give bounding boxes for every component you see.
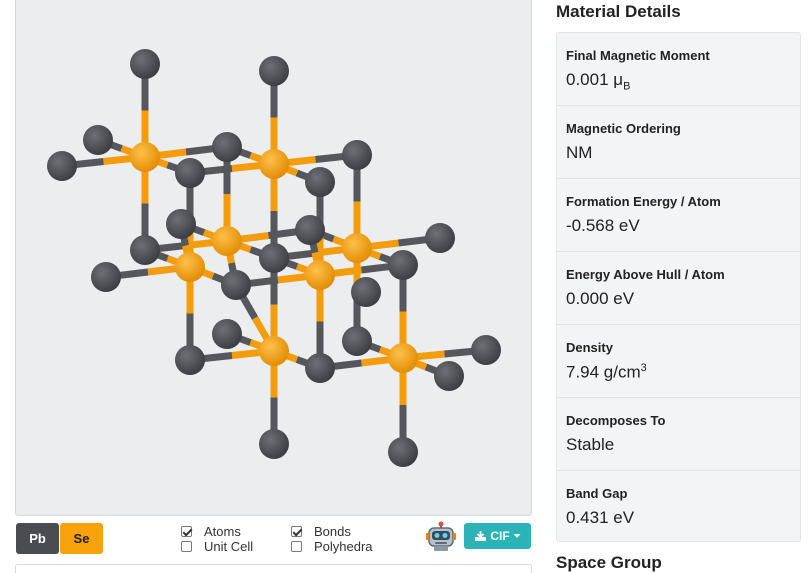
bonds-checkbox[interactable]: [291, 526, 302, 537]
atom-pb[interactable]: [351, 277, 381, 307]
space-group-title: Space Group: [556, 553, 662, 572]
atom-se[interactable]: [305, 260, 335, 290]
atom-pb[interactable]: [305, 167, 335, 197]
atom-pb[interactable]: [130, 49, 160, 79]
atoms-checkbox[interactable]: [181, 526, 192, 537]
polyhedra-checkbox[interactable]: [291, 541, 302, 552]
detail-value: 0.001 μB: [566, 70, 631, 93]
legend-pb[interactable]: Pb: [16, 523, 59, 554]
material-details-title: Material Details: [556, 2, 681, 21]
download-icon: [475, 531, 487, 541]
atom-se[interactable]: [259, 336, 289, 366]
detail-label: Decomposes To: [566, 413, 666, 428]
atom-pb[interactable]: [259, 429, 289, 459]
atom-pb[interactable]: [212, 132, 242, 162]
atom-pb[interactable]: [212, 319, 242, 349]
detail-value: 7.94 g/cm3: [566, 362, 647, 382]
toggle-polyhedra[interactable]: Polyhedra: [291, 539, 373, 554]
bonds-label: Bonds: [314, 524, 351, 539]
unit-cell-checkbox[interactable]: [181, 541, 192, 552]
atom-pb[interactable]: [295, 215, 325, 245]
detail-value: 0.431 eV: [566, 508, 635, 527]
atom-pb[interactable]: [342, 140, 372, 170]
toggle-group-right: Bonds Polyhedra: [291, 524, 373, 554]
detail-label: Density: [566, 340, 613, 355]
atom-se[interactable]: [130, 142, 160, 172]
download-cif-button[interactable]: CIF: [464, 523, 531, 549]
atom-pb[interactable]: [47, 151, 77, 181]
detail-magnetic-moment: Final Magnetic Moment 0.001 μB: [557, 33, 800, 106]
detail-value: Stable: [566, 435, 615, 454]
atom-se[interactable]: [342, 233, 372, 263]
atom-pb[interactable]: [175, 345, 205, 375]
atoms-label: Atoms: [204, 524, 241, 539]
unit-cell-label: Unit Cell: [204, 539, 254, 554]
detail-label: Final Magnetic Moment: [566, 48, 710, 63]
atom-pb[interactable]: [221, 270, 251, 300]
atom-pb[interactable]: [425, 223, 455, 253]
atom-pb[interactable]: [259, 243, 289, 273]
detail-value: NM: [566, 143, 593, 162]
atom-pb[interactable]: [388, 250, 418, 280]
detail-magnetic-ordering: Magnetic Ordering NM: [557, 106, 800, 179]
viewer-controls: Pb Se Atoms Unit Cell Bonds Polyhedra CI…: [15, 521, 532, 555]
robot-icon[interactable]: [425, 521, 457, 553]
atom-pb[interactable]: [83, 125, 113, 155]
detail-decomposes-to: Decomposes To Stable: [557, 398, 800, 471]
atom-pb[interactable]: [434, 361, 464, 391]
detail-formation-energy: Formation Energy / Atom -0.568 eV: [557, 179, 800, 252]
detail-band-gap: Band Gap 0.431 eV: [557, 471, 800, 544]
polyhedra-label: Polyhedra: [314, 539, 373, 554]
atom-pb[interactable]: [305, 353, 335, 383]
detail-value: -0.568 eV: [566, 216, 640, 235]
toggle-unit-cell[interactable]: Unit Cell: [181, 539, 253, 554]
atom-pb[interactable]: [471, 335, 501, 365]
toggle-atoms[interactable]: Atoms: [181, 524, 253, 539]
detail-value: 0.000 eV: [566, 289, 635, 308]
detail-energy-above-hull: Energy Above Hull / Atom 0.000 eV: [557, 252, 800, 325]
atom-pb[interactable]: [166, 209, 196, 239]
atom-se[interactable]: [259, 149, 289, 179]
crystal-structure[interactable]: [16, 0, 533, 516]
detail-label: Magnetic Ordering: [566, 121, 681, 136]
atom-se[interactable]: [175, 252, 205, 282]
detail-label: Band Gap: [566, 486, 628, 501]
atom-pb[interactable]: [175, 158, 205, 188]
structure-viewer[interactable]: [15, 0, 532, 516]
atom-pb[interactable]: [91, 262, 121, 292]
toggle-group-left: Atoms Unit Cell: [181, 524, 253, 554]
download-label: CIF: [490, 529, 510, 543]
detail-density: Density 7.94 g/cm3: [557, 325, 800, 398]
atom-pb[interactable]: [130, 235, 160, 265]
toggle-bonds[interactable]: Bonds: [291, 524, 373, 539]
detail-label: Energy Above Hull / Atom: [566, 267, 725, 282]
atom-pb[interactable]: [342, 326, 372, 356]
legend-se[interactable]: Se: [60, 523, 103, 554]
lower-panel-edge: [15, 564, 532, 573]
atom-pb[interactable]: [388, 437, 418, 467]
chevron-down-icon: [513, 534, 521, 538]
atom-pb[interactable]: [259, 56, 289, 86]
atom-se[interactable]: [388, 343, 418, 373]
detail-label: Formation Energy / Atom: [566, 194, 721, 209]
material-details-panel: Final Magnetic Moment 0.001 μB Magnetic …: [556, 32, 801, 542]
atom-se[interactable]: [212, 226, 242, 256]
